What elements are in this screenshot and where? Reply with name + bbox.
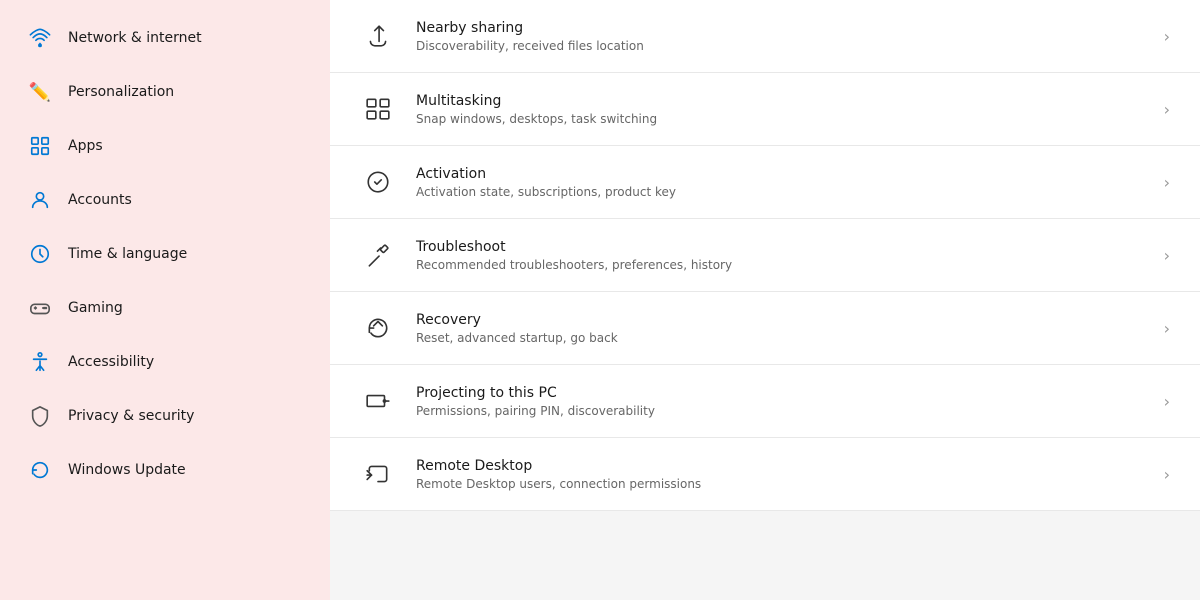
setting-desc-activation: Activation state, subscriptions, product… [416, 185, 676, 199]
nearby-sharing-icon [360, 18, 396, 54]
winupdate-icon [28, 458, 52, 482]
setting-text-projecting: Projecting to this PC Permissions, pairin… [416, 385, 655, 418]
sidebar: Network & internet ✏️ Personalization Apps A… [0, 0, 330, 600]
setting-text-remote-desktop: Remote Desktop Remote Desktop users, conn… [416, 458, 701, 491]
setting-item-multitasking[interactable]: Multitasking Snap windows, desktops, task… [330, 73, 1200, 146]
setting-item-projecting[interactable]: Projecting to this PC Permissions, pairin… [330, 365, 1200, 438]
setting-text-activation: Activation Activation state, subscription… [416, 166, 676, 199]
setting-title-remote-desktop: Remote Desktop [416, 458, 701, 474]
sidebar-item-accounts[interactable]: Accounts [8, 174, 322, 226]
sidebar-item-accessibility[interactable]: Accessibility [8, 336, 322, 388]
setting-item-activation[interactable]: Activation Activation state, subscription… [330, 146, 1200, 219]
sidebar-item-privacy[interactable]: Privacy & security [8, 390, 322, 442]
setting-desc-remote-desktop: Remote Desktop users, connection permiss… [416, 477, 701, 491]
projecting-icon [360, 383, 396, 419]
setting-desc-projecting: Permissions, pairing PIN, discoverabilit… [416, 404, 655, 418]
setting-title-projecting: Projecting to this PC [416, 385, 655, 401]
sidebar-item-personalization[interactable]: ✏️ Personalization [8, 66, 322, 118]
sidebar-label-network: Network & internet [68, 30, 202, 46]
sidebar-label-accessibility: Accessibility [68, 354, 154, 370]
setting-arrow-nearby-sharing: › [1164, 27, 1170, 46]
setting-desc-troubleshoot: Recommended troubleshooters, preferences… [416, 258, 732, 272]
sidebar-label-time: Time & language [68, 246, 187, 262]
setting-desc-multitasking: Snap windows, desktops, task switching [416, 112, 657, 126]
setting-item-remote-desktop[interactable]: Remote Desktop Remote Desktop users, conn… [330, 438, 1200, 511]
setting-arrow-recovery: › [1164, 319, 1170, 338]
sidebar-item-time[interactable]: Time & language [8, 228, 322, 280]
troubleshoot-icon [360, 237, 396, 273]
setting-item-troubleshoot[interactable]: Troubleshoot Recommended troubleshooters,… [330, 219, 1200, 292]
setting-text-troubleshoot: Troubleshoot Recommended troubleshooters,… [416, 239, 732, 272]
remote-desktop-icon [360, 456, 396, 492]
privacy-icon [28, 404, 52, 428]
setting-arrow-activation: › [1164, 173, 1170, 192]
setting-title-troubleshoot: Troubleshoot [416, 239, 732, 255]
setting-title-multitasking: Multitasking [416, 93, 657, 109]
sidebar-label-privacy: Privacy & security [68, 408, 194, 424]
setting-title-nearby-sharing: Nearby sharing [416, 20, 644, 36]
activation-icon [360, 164, 396, 200]
apps-icon [28, 134, 52, 158]
setting-text-nearby-sharing: Nearby sharing Discoverability, received … [416, 20, 644, 53]
setting-item-recovery[interactable]: Recovery Reset, advanced startup, go back… [330, 292, 1200, 365]
network-icon [28, 26, 52, 50]
sidebar-label-apps: Apps [68, 138, 103, 154]
setting-desc-nearby-sharing: Discoverability, received files location [416, 39, 644, 53]
sidebar-item-apps[interactable]: Apps [8, 120, 322, 172]
setting-arrow-projecting: › [1164, 392, 1170, 411]
multitasking-icon [360, 91, 396, 127]
sidebar-item-gaming[interactable]: Gaming [8, 282, 322, 334]
accessibility-icon [28, 350, 52, 374]
time-icon [28, 242, 52, 266]
sidebar-label-personalization: Personalization [68, 84, 174, 100]
sidebar-label-gaming: Gaming [68, 300, 123, 316]
setting-item-nearby-sharing[interactable]: Nearby sharing Discoverability, received … [330, 0, 1200, 73]
setting-arrow-remote-desktop: › [1164, 465, 1170, 484]
setting-title-recovery: Recovery [416, 312, 618, 328]
setting-desc-recovery: Reset, advanced startup, go back [416, 331, 618, 345]
sidebar-item-winupdate[interactable]: Windows Update [8, 444, 322, 496]
setting-text-multitasking: Multitasking Snap windows, desktops, task… [416, 93, 657, 126]
personalization-icon: ✏️ [28, 80, 52, 104]
sidebar-item-network[interactable]: Network & internet [8, 12, 322, 64]
gaming-icon [28, 296, 52, 320]
setting-arrow-troubleshoot: › [1164, 246, 1170, 265]
setting-title-activation: Activation [416, 166, 676, 182]
main-content: Nearby sharing Discoverability, received … [330, 0, 1200, 600]
sidebar-label-winupdate: Windows Update [68, 462, 186, 478]
setting-arrow-multitasking: › [1164, 100, 1170, 119]
accounts-icon [28, 188, 52, 212]
setting-text-recovery: Recovery Reset, advanced startup, go back [416, 312, 618, 345]
recovery-icon [360, 310, 396, 346]
sidebar-label-accounts: Accounts [68, 192, 132, 208]
